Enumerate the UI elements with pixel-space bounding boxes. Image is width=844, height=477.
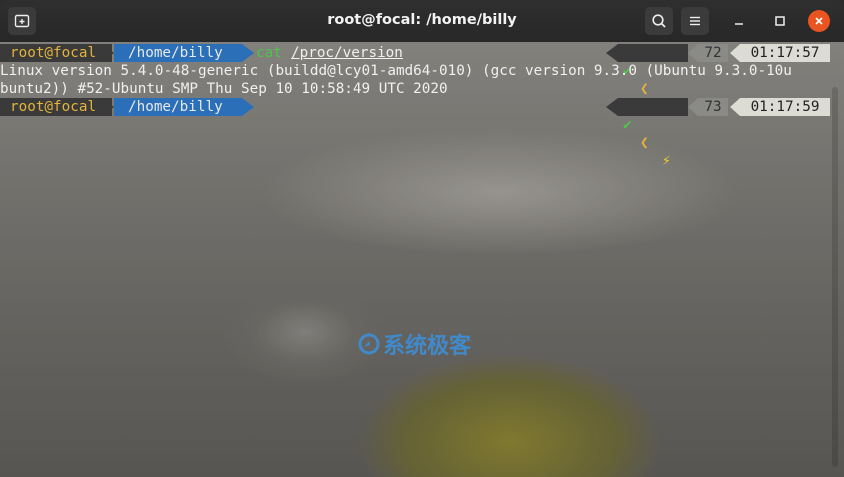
prompt-dir: /home/billy — [114, 98, 242, 116]
prompt-separator — [102, 98, 114, 116]
prompt-separator — [242, 44, 254, 62]
prompt-time: 01:17:57 — [740, 44, 830, 62]
history-count: 73 — [698, 98, 728, 116]
output-line-1: Linux version 5.4.0-48-generic (buildd@l… — [0, 63, 792, 79]
status-separator — [606, 98, 618, 116]
lightning-icon: ⚡ — [662, 153, 671, 169]
scrollbar[interactable] — [832, 87, 838, 467]
status-separator — [688, 44, 698, 62]
search-button[interactable] — [645, 7, 673, 35]
watermark: 系统极客 — [357, 328, 471, 360]
status-separator — [730, 98, 740, 116]
minimize-button[interactable] — [728, 10, 750, 32]
close-icon — [815, 17, 823, 25]
minimize-icon — [735, 23, 743, 25]
status-separator — [606, 44, 618, 62]
prompt-separator — [102, 44, 114, 62]
prompt-line-2: root@focal /home/billy ✔ ❮ ⚡ 73 01:17:59 — [0, 98, 844, 169]
chevron-left-icon: ❮ — [640, 135, 649, 151]
checkmark-icon: ✔ — [623, 117, 632, 133]
output-line-2: buntu2)) #52-Ubuntu SMP Thu Sep 10 10:58… — [0, 81, 448, 97]
watermark-logo-icon — [358, 333, 380, 355]
close-button[interactable] — [808, 10, 830, 32]
maximize-button[interactable] — [769, 10, 791, 32]
status-segment: ✔ ❮ ⚡ — [618, 98, 688, 169]
terminal-window: root@focal: /home/billy root@focal /home… — [0, 0, 844, 477]
prompt-user: root@focal — [0, 98, 112, 116]
prompt-user: root@focal — [0, 44, 112, 62]
search-icon — [652, 14, 666, 28]
window-title: root@focal: /home/billy — [327, 12, 517, 28]
title-bar[interactable]: root@focal: /home/billy — [0, 0, 844, 42]
prompt-separator — [242, 98, 254, 116]
history-count: 72 — [698, 44, 728, 62]
prompt-line-1: root@focal /home/billy cat /proc/version… — [0, 44, 844, 115]
watermark-text: 系统极客 — [383, 334, 472, 359]
status-separator — [688, 98, 698, 116]
maximize-icon — [775, 16, 785, 26]
menu-button[interactable] — [681, 7, 709, 35]
chevron-left-icon: ❮ — [640, 81, 649, 97]
status-separator — [730, 44, 740, 62]
terminal-area[interactable]: root@focal /home/billy cat /proc/version… — [0, 42, 844, 477]
command-name: cat — [256, 45, 282, 61]
hamburger-menu-icon — [690, 16, 700, 26]
command-argument: /proc/version — [291, 45, 403, 61]
status-segment: ✔ ❮ ⚡ — [618, 44, 688, 115]
prompt-time: 01:17:59 — [740, 98, 830, 116]
prompt-dir: /home/billy — [114, 44, 242, 62]
